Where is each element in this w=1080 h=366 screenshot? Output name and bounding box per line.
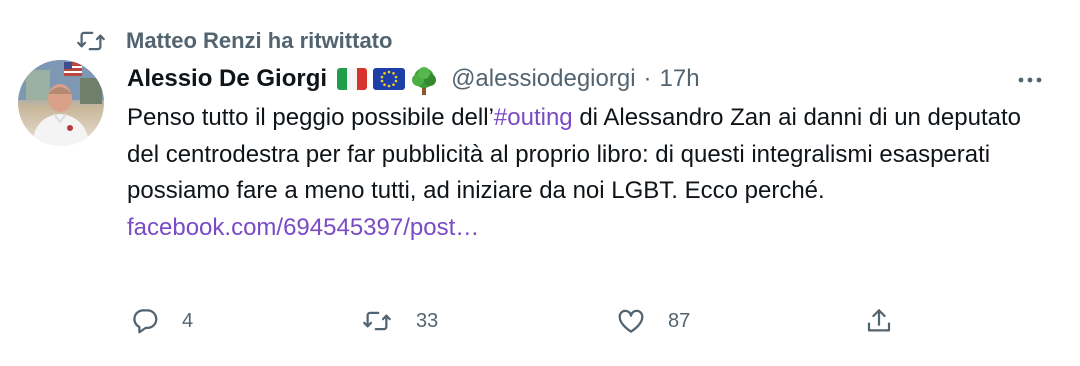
eu-flag-icon — [373, 66, 406, 92]
retweet-count: 33 — [416, 309, 439, 332]
share-button[interactable] — [864, 306, 894, 336]
author-badges — [337, 66, 439, 95]
tree-icon — [409, 66, 439, 95]
hashtag-link[interactable]: #outing — [494, 104, 573, 131]
author-handle[interactable]: @alessiodegiorgi — [451, 65, 635, 93]
like-count: 87 — [668, 309, 691, 332]
reply-button[interactable]: 4 — [130, 306, 193, 336]
tweet-header: Alessio De Giorgi @alessiodegiorgi · 17h — [127, 62, 1050, 96]
retweet-button[interactable]: 33 — [360, 306, 438, 336]
reply-icon — [130, 306, 160, 336]
retweet-action-icon — [360, 306, 394, 336]
reply-count: 4 — [182, 309, 194, 332]
tweet-timestamp[interactable]: 17h — [660, 65, 700, 93]
author-display-name[interactable]: Alessio De Giorgi — [127, 65, 327, 93]
retweet-context[interactable]: Matteo Renzi ha ritwittato — [76, 26, 392, 56]
external-link[interactable]: facebook.com/694545397/post… — [127, 214, 479, 241]
more-options-icon[interactable] — [1016, 66, 1044, 94]
tweet-text-before: Penso tutto il peggio possibile dell’ — [127, 104, 494, 131]
tweet-actions: 4 33 87 — [0, 306, 1080, 342]
like-button[interactable]: 87 — [616, 306, 690, 336]
header-separator: · — [643, 65, 652, 92]
retweet-context-text: Matteo Renzi ha ritwittato — [126, 28, 393, 53]
retweet-icon — [76, 26, 106, 56]
italy-flag-icon — [337, 66, 368, 92]
heart-icon — [616, 306, 646, 336]
tweet-text: Penso tutto il peggio possibile dell’#ou… — [127, 100, 1047, 246]
tweet[interactable]: Matteo Renzi ha ritwittato Alessio De Gi… — [0, 0, 1080, 366]
share-icon — [864, 306, 894, 336]
avatar[interactable] — [18, 60, 104, 146]
